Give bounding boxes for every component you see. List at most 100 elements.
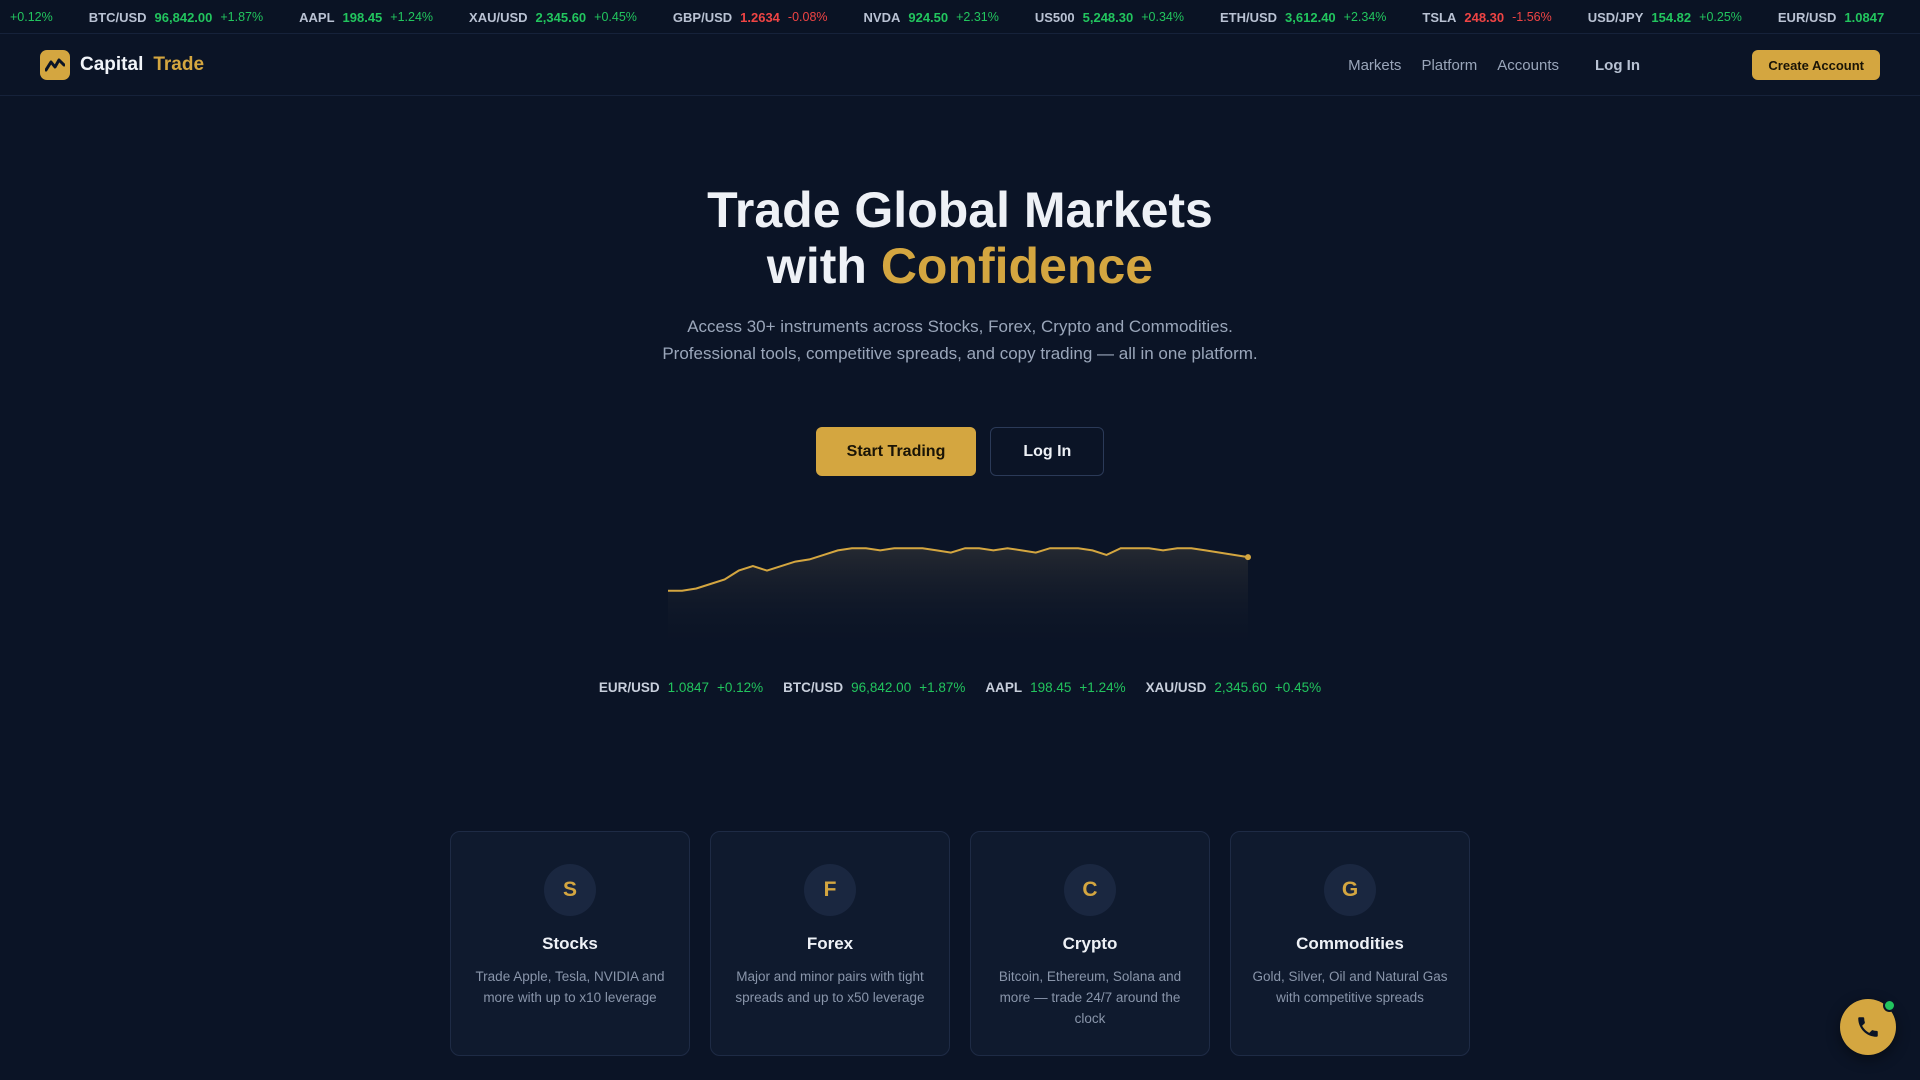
quote-item[interactable]: XAU/USD 2,345.60 +0.45% <box>1146 680 1322 695</box>
ticker-change: +0.45% <box>594 10 637 24</box>
quote-item[interactable]: EUR/USD 1.0847 +0.12% <box>599 680 763 695</box>
market-card-title: Crypto <box>1062 934 1118 953</box>
crypto-letter-icon: C <box>1064 864 1116 916</box>
hero-title-line1: Trade Global Markets <box>707 182 1213 238</box>
market-card-stocks[interactable]: S Stocks Trade Apple, Tesla, NVIDIA and … <box>450 831 690 1056</box>
ticker-change: +1.24% <box>390 10 434 24</box>
logo-text-primary: Capital <box>80 54 144 75</box>
quote-symbol: XAU/USD <box>1145 680 1207 695</box>
ticker-item[interactable]: EUR/USD 1.0847 <box>1778 10 1892 25</box>
market-card-forex[interactable]: F Forex Major and minor pairs with tight… <box>710 831 950 1056</box>
ticker-price: 5,248.30 <box>1082 9 1134 25</box>
ticker-item[interactable]: AAPL 198.45 +1.24% <box>299 10 433 25</box>
hero-cta-group: Start Trading Log In <box>0 427 1920 476</box>
phone-icon <box>1858 1017 1878 1037</box>
ticker-item[interactable]: USD/JPY 154.82 +0.25% <box>1588 10 1742 25</box>
market-card-description: Trade Apple, Tesla, NVIDIA and more with… <box>475 969 665 1005</box>
ticker-item[interactable]: NVDA 924.50 +2.31% <box>864 10 999 25</box>
ticker-change: +0.25% <box>1699 10 1742 24</box>
site-header: Capital Trade Markets Platform Accounts … <box>0 34 1920 96</box>
quote-price: 1.0847 <box>667 680 709 695</box>
stocks-letter-icon: S <box>544 864 596 916</box>
ticker-track: +0.12% BTC/USD 96,842.00 +1.87% AAPL 198.45… <box>10 0 1920 33</box>
hero-title: Trade Global Markets with Confidence <box>0 182 1920 294</box>
ticker-change: +0.34% <box>1141 10 1184 24</box>
nav-platform[interactable]: Platform <box>1421 57 1477 74</box>
ticker-price: 1.2634 <box>740 9 780 25</box>
online-status-dot <box>1883 999 1896 1012</box>
sparkline-area <box>668 548 1248 650</box>
ticker-item[interactable]: +0.12% <box>10 10 53 24</box>
price-ticker: +0.12% BTC/USD 96,842.00 +1.87% AAPL 198.45… <box>0 0 1920 34</box>
ticker-symbol: TSLA <box>1422 9 1457 25</box>
market-card-commodities[interactable]: G Commodities Gold, Silver, Oil and Natu… <box>1230 831 1470 1056</box>
market-card-title: Stocks <box>542 934 598 953</box>
ticker-change: +2.31% <box>956 10 999 24</box>
quote-change: +1.24% <box>1079 680 1126 695</box>
ticker-symbol: AAPL <box>299 9 335 25</box>
hero-login-button[interactable]: Log In <box>990 427 1105 476</box>
ticker-price: 96,842.00 <box>154 9 213 25</box>
ticker-symbol: NVDA <box>863 9 901 25</box>
market-card-crypto[interactable]: C Crypto Bitcoin, Ethereum, Solana and m… <box>970 831 1210 1056</box>
market-card-description: Bitcoin, Ethereum, Solana and more — tra… <box>998 969 1182 1026</box>
ticker-change: +2.34% <box>1343 10 1387 24</box>
hero-subtitle: Access 30+ instruments across Stocks, Fo… <box>662 317 1258 363</box>
quote-item[interactable]: AAPL 198.45 +1.24% <box>985 680 1125 695</box>
ticker-price: 3,612.40 <box>1285 9 1336 25</box>
quote-item[interactable]: BTC/USD 96,842.00 +1.87% <box>783 680 965 695</box>
ticker-symbol: ETH/USD <box>1219 9 1278 25</box>
nav-accounts[interactable]: Accounts <box>1497 57 1559 74</box>
ticker-symbol: BTC/USD <box>88 9 147 25</box>
ticker-price: 924.50 <box>908 9 949 25</box>
quote-change: +0.45% <box>1274 680 1322 695</box>
ticker-symbol: GBP/USD <box>672 9 733 25</box>
commodities-letter-icon: G <box>1324 864 1376 916</box>
logo-text-secondary: Trade <box>153 54 205 75</box>
ticker-symbol: EUR/USD <box>1777 9 1837 25</box>
quote-price: 198.45 <box>1030 680 1072 695</box>
featured-quotes: EUR/USD 1.0847 +0.12% BTC/USD 96,842.00 +1.8… <box>0 680 1920 695</box>
ticker-price: 198.45 <box>342 9 383 25</box>
ticker-price: 154.82 <box>1651 9 1692 25</box>
ticker-change: -0.08% <box>787 10 828 24</box>
main-nav: Markets Platform Accounts Log In <box>1328 34 1640 96</box>
hero-title-accent: Confidence <box>880 238 1154 294</box>
header-login-link[interactable]: Log In <box>1595 57 1640 74</box>
ticker-item[interactable]: US500 5,248.30 +0.34% <box>1035 10 1184 25</box>
ticker-price: 248.30 <box>1464 9 1505 25</box>
ticker-price: 2,345.60 <box>535 9 587 25</box>
ticker-change: +0.12% <box>10 10 53 24</box>
price-sparkline-chart <box>668 547 1251 650</box>
quote-price: 2,345.60 <box>1214 680 1267 695</box>
ticker-item[interactable]: XAU/USD 2,345.60 +0.45% <box>469 10 637 25</box>
ticker-symbol: US500 <box>1034 9 1075 25</box>
quote-symbol: BTC/USD <box>783 680 844 695</box>
ticker-item[interactable]: ETH/USD 3,612.40 +2.34% <box>1220 10 1386 25</box>
ticker-price: 1.0847 <box>1844 9 1885 25</box>
start-trading-button[interactable]: Start Trading <box>815 427 977 476</box>
ticker-symbol: XAU/USD <box>469 9 528 25</box>
create-account-button[interactable]: Create Account <box>1752 50 1880 80</box>
chart-line-icon <box>40 50 70 80</box>
ticker-item[interactable]: GBP/USD 1.2634 -0.08% <box>673 10 828 25</box>
forex-letter-icon: F <box>804 864 856 916</box>
market-card-description: Gold, Silver, Oil and Natural Gas with c… <box>1252 969 1448 1005</box>
market-cards: S Stocks Trade Apple, Tesla, NVIDIA and … <box>450 831 1470 1056</box>
logo[interactable]: Capital Trade <box>40 50 204 80</box>
hero-title-prefix: with <box>766 238 867 294</box>
ticker-item[interactable]: TSLA 248.30 -1.56% <box>1422 10 1551 25</box>
quote-symbol: AAPL <box>985 680 1023 695</box>
nav-markets[interactable]: Markets <box>1348 57 1401 74</box>
market-card-title: Forex <box>806 934 854 953</box>
ticker-symbol: USD/JPY <box>1587 9 1644 25</box>
ticker-item[interactable]: BTC/USD 96,842.00 +1.87% <box>89 10 263 25</box>
market-card-description: Major and minor pairs with tight spreads… <box>735 969 925 1005</box>
quote-change: +0.12% <box>716 680 764 695</box>
quote-change: +1.87% <box>919 680 966 695</box>
market-card-title: Commodities <box>1296 934 1404 953</box>
ticker-change: +1.87% <box>220 10 264 24</box>
sparkline-last-point <box>1245 554 1251 561</box>
ticker-change: -1.56% <box>1512 10 1552 24</box>
quote-price: 96,842.00 <box>851 680 912 695</box>
